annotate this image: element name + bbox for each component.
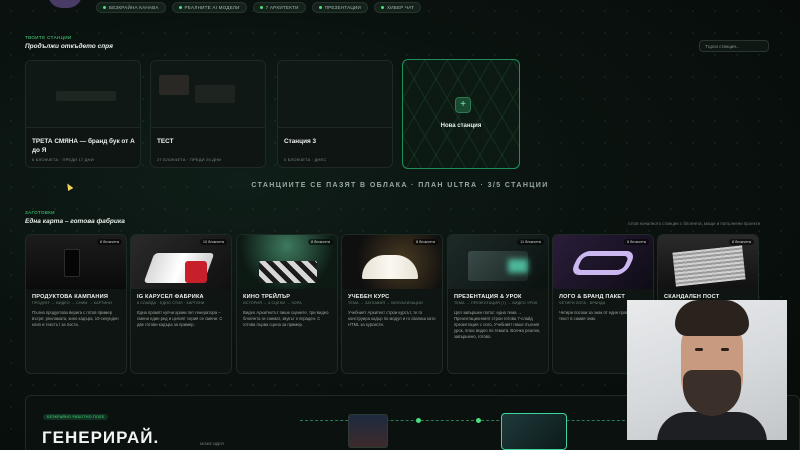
station-thumbnail bbox=[278, 61, 392, 128]
webcam-overlay bbox=[627, 300, 787, 440]
template-image: 8 блокчета bbox=[26, 235, 126, 289]
template-image: 10 блокчета bbox=[131, 235, 231, 289]
nav-pill-label: ХИБЕР ЧАТ bbox=[387, 5, 415, 10]
dot-icon bbox=[103, 6, 106, 9]
station-meta: 27 БЛОКЧЕТА · ПРЕДИ 26 ДНИ bbox=[157, 157, 222, 162]
new-station-label: Нова станция bbox=[440, 123, 482, 129]
station-card[interactable]: Станция 3 0 БЛОКЧЕТА · ДНЕС bbox=[277, 60, 393, 168]
dot-icon bbox=[259, 6, 263, 9]
canvas-headline: ГЕНЕРИРАЙ. bbox=[42, 428, 160, 447]
station-thumbnail bbox=[26, 61, 140, 128]
template-badge: 8 блокчета bbox=[308, 239, 333, 245]
station-meta: 6 БЛОКЧЕТА · ПРЕДИ 17 ДНИ bbox=[32, 157, 94, 162]
template-image: 8 блокчета bbox=[342, 235, 442, 289]
app-logo[interactable] bbox=[48, 0, 82, 8]
template-meta: ПРОДУКТ → ВИДЕО → СНИМ → КАРТИНИ bbox=[32, 301, 112, 305]
template-desc: Учебният Архитект строи курсът, те го ко… bbox=[348, 310, 436, 327]
new-station-button[interactable]: + Нова станция bbox=[402, 59, 520, 169]
dot-icon bbox=[178, 6, 182, 9]
template-badge: 8 блокчета bbox=[729, 239, 754, 245]
template-title: ПРЕЗЕНТАЦИЯ & УРОК bbox=[454, 294, 522, 300]
station-title: ТРЕТА СМЯНА — бранд бук от А до Я bbox=[32, 138, 135, 154]
idea-box-label: МОЖЕ ИДЕЯ bbox=[200, 442, 224, 446]
template-desc: Пълна продуктова верига с готов пример в… bbox=[32, 310, 119, 327]
template-badge: 8 блокчета bbox=[97, 239, 122, 245]
template-card-campaign[interactable]: 8 блокчета ПРОДУКТОВА КАМПАНИЯ ПРОДУКТ →… bbox=[25, 234, 127, 374]
template-desc: Цял завършен потос: една тема → Презента… bbox=[454, 310, 541, 339]
template-title: СКАНДАЛЕН ПОСТ bbox=[664, 294, 720, 300]
template-meta: ТЕМА → ПРЕЗЕНТАЦИЯ (7) → ВИДЕО УРОК bbox=[454, 301, 538, 305]
template-image: 8 блокчета bbox=[658, 235, 758, 289]
template-badge: 11 блокчета bbox=[517, 239, 544, 245]
dot-icon bbox=[318, 6, 322, 9]
templates-kicker: ЗАГОТОВКИ bbox=[25, 210, 55, 215]
template-card-presentation[interactable]: 11 блокчета ПРЕЗЕНТАЦИЯ & УРОК ТЕМА → ПР… bbox=[447, 234, 549, 374]
nav-pill-presentations[interactable]: ПРЕЗЕНТАЦИИ bbox=[311, 2, 368, 13]
top-bar: БЕЗКРАЙНА КАНАВА РЕАЛНИТЕ AI МОДЕЛИ 7 АР… bbox=[0, 0, 800, 16]
canvas-tag: БЕЗКРАЙНО РАБОТНО ПОЛЕ bbox=[43, 414, 109, 420]
stations-kicker: ТВОИТЕ СТАНЦИИ bbox=[25, 35, 72, 40]
dot-icon bbox=[381, 6, 384, 9]
template-title: УЧЕБЕН КУРС bbox=[348, 294, 390, 300]
station-thumbnail bbox=[151, 61, 265, 128]
template-title: ПРОДУКТОВА КАМПАНИЯ bbox=[32, 294, 109, 300]
nav-pill-architects[interactable]: 7 АРХИТЕКТИ bbox=[252, 2, 306, 13]
station-card[interactable]: ТЕСТ 27 БЛОКЧЕТА · ПРЕДИ 26 ДНИ bbox=[150, 60, 266, 168]
station-title: ТЕСТ bbox=[157, 138, 174, 145]
nav-pill-chat[interactable]: ХИБЕР ЧАТ bbox=[374, 2, 422, 13]
station-search-input[interactable]: Търси станция... bbox=[699, 40, 769, 52]
template-title: ЛОГО & БРАНД ПАКЕТ bbox=[559, 294, 625, 300]
nav-pill-label: РЕАЛНИТЕ AI МОДЕЛИ bbox=[184, 5, 240, 10]
template-card-carousel[interactable]: 10 блокчета IG КАРУСЕЛ ФАБРИКА 6 СЛАЙДА … bbox=[130, 234, 232, 374]
template-badge: 8 блокчета bbox=[413, 239, 438, 245]
template-card-course[interactable]: 8 блокчета УЧЕБЕН КУРС ТЕМА → ЗАГЛАВИЯ →… bbox=[341, 234, 443, 374]
station-card[interactable]: ТРЕТА СМЯНА — бранд бук от А до Я 6 БЛОК… bbox=[25, 60, 141, 168]
template-title: КИНО ТРЕЙЛЪР bbox=[243, 294, 291, 300]
nav-pill-canvas[interactable]: БЕЗКРАЙНА КАНАВА bbox=[96, 2, 166, 13]
template-desc: Една промпт купчи храни пет генератора –… bbox=[137, 310, 223, 327]
nav-pill-label: ПРЕЗЕНТАЦИИ bbox=[324, 5, 361, 10]
flow-node-dot bbox=[476, 418, 481, 423]
nav-pill-label: БЕЗКРАЙНА КАНАВА bbox=[109, 5, 159, 10]
station-meta: 0 БЛОКЧЕТА · ДНЕС bbox=[284, 157, 327, 162]
template-card-trailer[interactable]: 8 блокчета КИНО ТРЕЙЛЪР ИСТОРИЯ → 4 СЦЕН… bbox=[236, 234, 338, 374]
station-title: Станция 3 bbox=[284, 138, 317, 145]
flow-image-node[interactable] bbox=[348, 414, 388, 448]
template-title: IG КАРУСЕЛ ФАБРИКА bbox=[137, 294, 204, 300]
template-badge: 10 блокчета bbox=[199, 239, 227, 245]
template-badge: 8 блокчета bbox=[624, 239, 649, 245]
nav-pill-ai-models[interactable]: РЕАЛНИТЕ AI МОДЕЛИ bbox=[171, 2, 247, 13]
cloud-storage-note: СТАНЦИИТЕ СЕ ПАЗЯТ В ОБЛАКА · ПЛАН ULTRA… bbox=[251, 182, 549, 189]
flow-node-dot bbox=[416, 418, 421, 423]
template-image: 11 блокчета bbox=[448, 235, 548, 289]
template-image: 8 блокчета bbox=[553, 235, 653, 289]
templates-hint: готов началното станции с блокчета, маще… bbox=[628, 221, 761, 226]
top-nav-pills: БЕЗКРАЙНА КАНАВА РЕАЛНИТЕ AI МОДЕЛИ 7 АР… bbox=[96, 2, 422, 13]
stations-title: Продължи откъдето спря bbox=[25, 43, 113, 50]
templates-title: Една карта – готова фабрика bbox=[25, 218, 125, 225]
flow-video-node[interactable] bbox=[501, 413, 567, 450]
template-desc: Видео Архитектът пише сцените, три видео… bbox=[243, 310, 329, 327]
plus-icon: + bbox=[455, 97, 471, 113]
nav-pill-label: 7 АРХИТЕКТИ bbox=[265, 5, 299, 10]
template-image: 8 блокчета bbox=[237, 235, 337, 289]
